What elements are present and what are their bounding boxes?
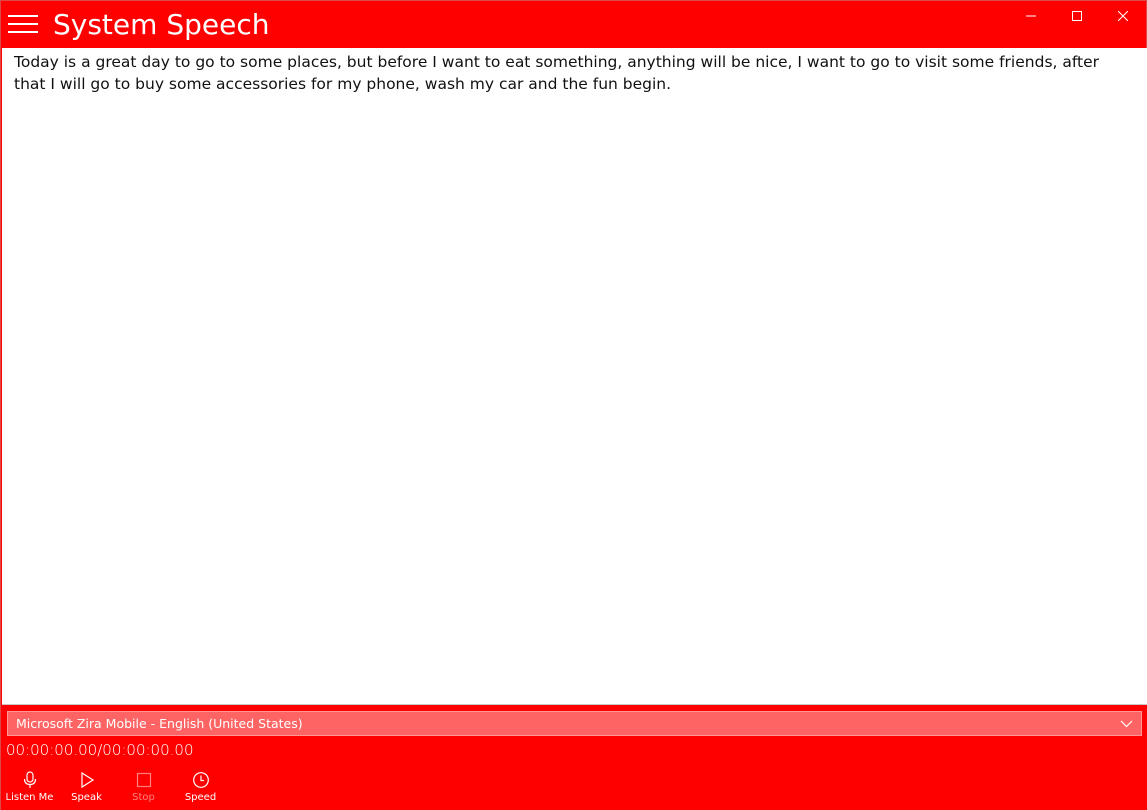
close-icon — [1118, 11, 1128, 21]
title-bar: System Speech — [1, 1, 1146, 48]
speech-text-input[interactable] — [2, 48, 1147, 704]
app-title: System Speech — [53, 8, 270, 41]
maximize-icon — [1072, 11, 1082, 21]
playback-timecode: 00:00:00.00/00:00:00.00 — [6, 741, 194, 759]
speed-label: Speed — [184, 792, 217, 803]
voice-dropdown[interactable]: Microsoft Zira Mobile - English (United … — [7, 711, 1142, 736]
voice-selected-value: Microsoft Zira Mobile - English (United … — [16, 716, 303, 731]
stop-button[interactable]: Stop — [115, 767, 172, 810]
command-bar: Listen Me Speak Stop Speed — [1, 767, 229, 810]
play-icon — [80, 771, 94, 789]
speak-label: Speak — [71, 792, 102, 803]
microphone-icon — [23, 771, 36, 788]
minimize-button[interactable] — [1008, 1, 1054, 31]
speed-button[interactable]: Speed — [172, 767, 229, 810]
app-window: System Speech Micro — [0, 0, 1147, 810]
speak-button[interactable]: Speak — [58, 767, 115, 810]
maximize-button[interactable] — [1054, 1, 1100, 31]
listen-me-label: Listen Me — [5, 792, 54, 803]
hamburger-menu-icon[interactable] — [8, 13, 38, 35]
text-editor-area — [2, 48, 1147, 705]
bottom-panel: Microsoft Zira Mobile - English (United … — [1, 705, 1147, 810]
window-caption-buttons — [1008, 1, 1146, 31]
clock-icon — [192, 772, 209, 788]
minimize-icon — [1026, 15, 1036, 17]
stop-icon — [136, 772, 151, 788]
listen-me-button[interactable]: Listen Me — [1, 767, 58, 810]
close-button[interactable] — [1100, 1, 1146, 31]
chevron-down-icon — [1120, 720, 1133, 728]
stop-label: Stop — [132, 792, 155, 803]
